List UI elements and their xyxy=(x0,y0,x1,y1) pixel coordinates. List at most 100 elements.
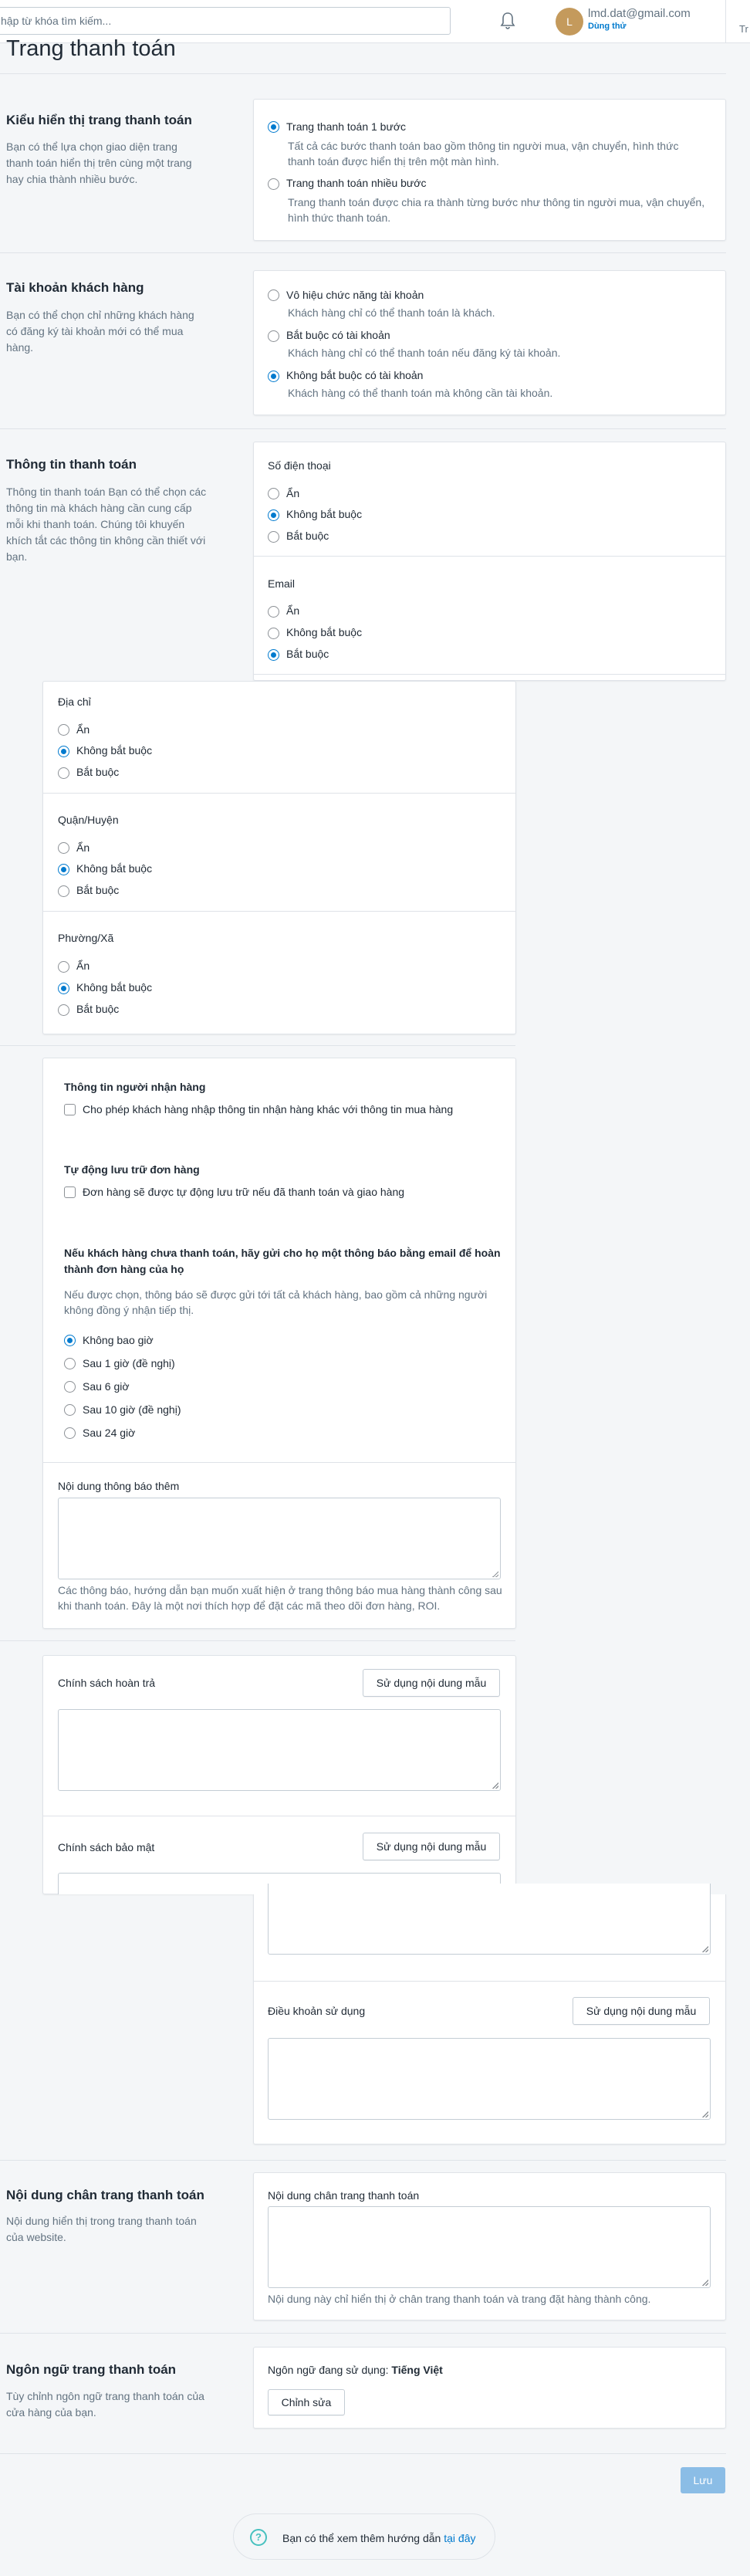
radio-accounts-disabled[interactable] xyxy=(268,289,279,301)
option-label[interactable]: Bắt buộc xyxy=(76,766,119,778)
recipient-checkbox[interactable] xyxy=(64,1104,76,1115)
radio-ward-optional[interactable] xyxy=(58,983,69,994)
radio-email-optional[interactable] xyxy=(268,628,279,639)
help-icon: ? xyxy=(250,2529,267,2546)
section-title-language: Ngôn ngữ trang thanh toán xyxy=(6,2362,177,2377)
language-current: Ngôn ngữ đang sử dụng: Tiếng Việt xyxy=(268,2364,443,2376)
radio-address-required[interactable] xyxy=(58,767,69,779)
option-label[interactable]: Ẩn xyxy=(76,723,90,736)
radio-phone-hidden[interactable] xyxy=(268,488,279,499)
radio-email-required[interactable] xyxy=(268,649,279,661)
additional-content-textarea[interactable] xyxy=(58,1498,501,1579)
option-label[interactable]: Ẩn xyxy=(286,604,299,617)
option-label[interactable]: Bắt buộc xyxy=(76,1003,119,1015)
archive-checkbox[interactable] xyxy=(64,1186,76,1198)
radio-address-optional[interactable] xyxy=(58,746,69,757)
option-label[interactable]: Bắt buộc xyxy=(286,530,329,542)
privacy-policy-textarea-tail[interactable] xyxy=(268,1884,711,1955)
radio-address-hidden[interactable] xyxy=(58,724,69,736)
field-name: Email xyxy=(268,577,296,590)
option-label[interactable]: Không bắt buộc xyxy=(286,508,362,520)
divider xyxy=(253,674,726,675)
refund-template-button[interactable]: Sử dụng nội dung mẫu xyxy=(363,1669,500,1697)
option-label[interactable]: Không bắt buộc xyxy=(76,981,152,994)
divider xyxy=(0,1045,515,1046)
language-current-value: Tiếng Việt xyxy=(391,2364,443,2376)
terms-textarea[interactable] xyxy=(268,2038,711,2120)
radio-accounts-required[interactable] xyxy=(268,330,279,342)
field-name: Địa chỉ xyxy=(58,696,91,708)
option-label[interactable]: Bắt buộc có tài khoản xyxy=(286,329,390,341)
option-label[interactable]: Không bắt buộc xyxy=(76,744,152,757)
radio-phone-required[interactable] xyxy=(268,531,279,543)
privacy-template-button[interactable]: Sử dụng nội dung mẫu xyxy=(363,1833,500,1860)
section-desc-language: Tùy chỉnh ngôn ngữ trang thanh toán của … xyxy=(6,2390,204,2419)
radio-after-24h[interactable] xyxy=(64,1427,76,1439)
option-label[interactable]: Sau 10 giờ (đề nghị) xyxy=(83,1403,181,1416)
section-desc-checkout-style: Bạn có thể lựa chọn giao diện trang than… xyxy=(6,140,192,185)
page-title: Trang thanh toán xyxy=(6,36,176,61)
recipient-title: Thông tin người nhận hàng xyxy=(64,1081,206,1093)
option-hint: Khách hàng chỉ có thể thanh toán là khác… xyxy=(288,306,495,319)
edit-language-button[interactable]: Chỉnh sửa xyxy=(268,2389,345,2415)
radio-after-6h[interactable] xyxy=(64,1381,76,1393)
radio-after-1h[interactable] xyxy=(64,1358,76,1369)
divider xyxy=(0,428,726,429)
terms-template-button[interactable]: Sử dụng nội dung mẫu xyxy=(573,1997,710,2025)
section-desc-checkout-info: Thông tin thanh toán Bạn có thể chọn các… xyxy=(6,486,207,563)
divider xyxy=(0,2160,726,2161)
option-hint: Khách hàng có thể thanh toán mà không cầ… xyxy=(288,387,553,399)
header-divider xyxy=(725,0,726,42)
radio-district-required[interactable] xyxy=(58,885,69,897)
option-label[interactable]: Sau 6 giờ xyxy=(83,1380,130,1393)
checkbox-label[interactable]: Đơn hàng sẽ được tự động lưu trữ nếu đã … xyxy=(83,1186,404,1198)
divider xyxy=(0,1640,515,1641)
help-link[interactable]: tại đây xyxy=(444,2532,475,2544)
option-label[interactable]: Bắt buộc xyxy=(286,648,329,660)
footer-content-textarea[interactable] xyxy=(268,2206,711,2288)
radio-never[interactable] xyxy=(64,1335,76,1346)
divider xyxy=(0,2453,726,2454)
section-title-customer-accounts: Tài khoản khách hàng xyxy=(6,280,144,295)
bell-icon[interactable] xyxy=(498,10,517,32)
checkbox-label[interactable]: Cho phép khách hàng nhập thông tin nhận … xyxy=(83,1103,453,1115)
radio-accounts-optional[interactable] xyxy=(268,371,279,382)
option-label[interactable]: Không bao giờ xyxy=(83,1334,154,1346)
option-label[interactable]: Sau 1 giờ (đề nghị) xyxy=(83,1357,175,1369)
radio-email-hidden[interactable] xyxy=(268,606,279,618)
section-desc-footer-content: Nội dung hiển thị trong trang thanh toán… xyxy=(6,2215,197,2243)
abandoned-desc: Nếu được chọn, thông báo sẽ được gửi tới… xyxy=(64,1288,488,1316)
option-label[interactable]: Vô hiệu chức năng tài khoản xyxy=(286,289,424,301)
terms-label: Điều khoản sử dụng xyxy=(268,2005,366,2017)
divider xyxy=(42,1462,516,1463)
option-label[interactable]: Ẩn xyxy=(76,841,90,854)
account-email[interactable]: lmd.dat@gmail.com xyxy=(588,7,691,20)
save-button[interactable]: Lưu xyxy=(681,2467,725,2493)
option-label[interactable]: Không bắt buộc có tài khoản xyxy=(286,369,423,381)
radio-district-hidden[interactable] xyxy=(58,842,69,854)
option-label[interactable]: Không bắt buộc xyxy=(286,626,362,638)
radio-one-step[interactable] xyxy=(268,121,279,133)
language-card xyxy=(253,2347,726,2429)
option-label[interactable]: Bắt buộc xyxy=(76,884,119,896)
search-input[interactable]: hập từ khóa tìm kiếm... xyxy=(0,7,451,35)
account-status: Dùng thử xyxy=(588,22,627,31)
option-label[interactable]: Không bắt buộc xyxy=(76,862,152,875)
divider xyxy=(42,911,516,912)
option-label[interactable]: Ẩn xyxy=(76,960,90,972)
avatar[interactable]: L xyxy=(556,8,583,36)
radio-phone-optional[interactable] xyxy=(268,509,279,521)
radio-multi-step[interactable] xyxy=(268,178,279,190)
refund-policy-textarea[interactable] xyxy=(58,1709,501,1791)
radio-district-optional[interactable] xyxy=(58,864,69,875)
option-label[interactable]: Ẩn xyxy=(286,487,299,499)
footer-content-hint: Nội dung này chỉ hiển thị ở chân trang t… xyxy=(268,2293,651,2305)
radio-ward-hidden[interactable] xyxy=(58,961,69,973)
radio-ward-required[interactable] xyxy=(58,1004,69,1016)
radio-after-10h[interactable] xyxy=(64,1404,76,1416)
option-label[interactable]: Trang thanh toán 1 bước xyxy=(286,120,406,133)
header-truncated-label[interactable]: Tr xyxy=(739,23,748,35)
option-label[interactable]: Sau 24 giờ xyxy=(83,1427,135,1439)
archive-title: Tự động lưu trữ đơn hàng xyxy=(64,1163,200,1176)
option-label[interactable]: Trang thanh toán nhiều bước xyxy=(286,177,427,189)
